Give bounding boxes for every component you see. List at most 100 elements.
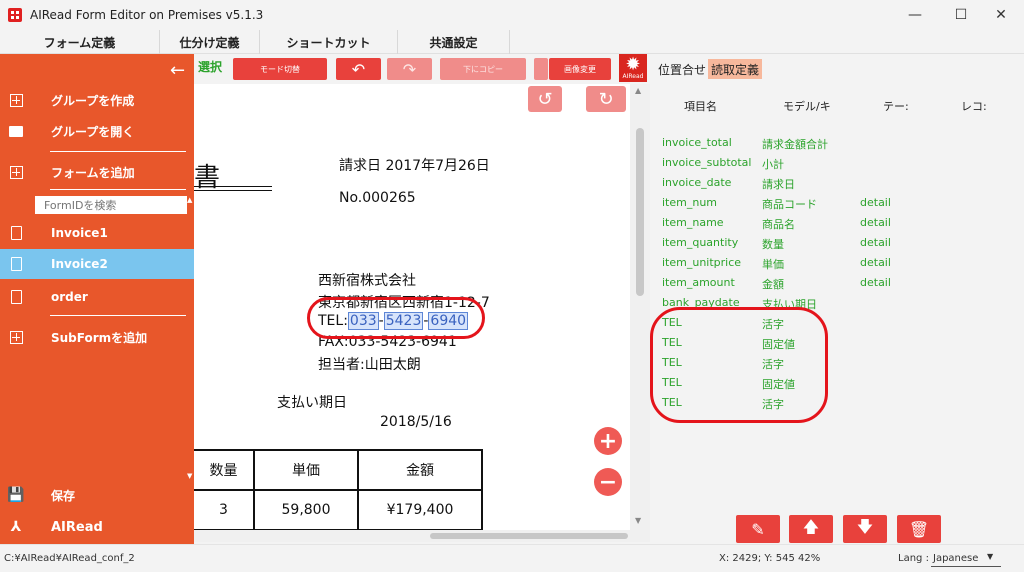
- column-header-model[interactable]: モデル/キ: [783, 98, 831, 114]
- menu-sort-definition[interactable]: 仕分け定義: [160, 30, 260, 54]
- lang-label: Lang :: [898, 553, 929, 564]
- invoice-date: 請求日 2017年7月26日: [339, 158, 490, 174]
- settings-button[interactable]: ✹ AIRead: [619, 54, 647, 82]
- vertical-scroll-thumb[interactable]: [636, 128, 644, 296]
- row-field-name[interactable]: item_quantity: [662, 236, 738, 249]
- definition-panel: 位置合せ 読取定義 項目名 モデル/キ テー: レコ: invoice_tota…: [650, 54, 1024, 544]
- column-header-table[interactable]: テー:: [883, 98, 909, 114]
- cursor-coords: X: 2429; Y: 545 42%: [719, 553, 821, 564]
- toolbar-spacer-button: [534, 58, 548, 80]
- due-date-label: 支払い期日: [277, 395, 347, 411]
- row-field-name[interactable]: invoice_total: [662, 136, 732, 149]
- row-model[interactable]: 小計: [762, 156, 784, 172]
- row-field-name[interactable]: item_name: [662, 216, 724, 229]
- row-table[interactable]: detail: [860, 236, 891, 249]
- drawer-scroll-down-icon[interactable]: ▼: [187, 472, 192, 480]
- undo-button[interactable]: ↶: [336, 58, 381, 80]
- mode-switch-button[interactable]: モード切替: [233, 58, 327, 80]
- table-header-row: 数量 単価 金額: [194, 449, 483, 491]
- delete-button[interactable]: 🗑: [897, 515, 941, 543]
- form-item-order[interactable]: order: [0, 282, 194, 312]
- row-model[interactable]: 金額: [762, 276, 784, 292]
- title-bar: AIRead Form Editor on Premises v5.1.3 — …: [0, 0, 1024, 30]
- menu-form-definition[interactable]: フォーム定義: [0, 30, 160, 54]
- plus-box-icon: [9, 93, 23, 107]
- heading-underline-1: [194, 186, 272, 187]
- row-model[interactable]: 請求日: [762, 176, 795, 192]
- table-cell: 59,800: [253, 489, 359, 531]
- image-change-button[interactable]: 画像変更: [549, 58, 611, 80]
- select-mode-label: 選択: [198, 60, 223, 74]
- row-model[interactable]: 数量: [762, 236, 784, 252]
- add-subform-item[interactable]: SubFormを追加: [0, 322, 194, 352]
- plus-box-icon: [9, 330, 23, 344]
- horizontal-scrollbar[interactable]: [194, 530, 650, 542]
- tab-read-definition[interactable]: 読取定義: [708, 59, 763, 79]
- table-row: 3 59,800 ¥179,400: [194, 489, 483, 531]
- row-field-name[interactable]: item_amount: [662, 276, 735, 289]
- zoom-out-button[interactable]: −: [594, 468, 622, 496]
- copy-below-button[interactable]: 下にコピー: [440, 58, 526, 80]
- row-field-name[interactable]: item_num: [662, 196, 717, 209]
- form-item-label: Invoice1: [51, 226, 108, 240]
- move-up-button[interactable]: 🡅: [789, 515, 833, 543]
- create-group-label: グループを作成: [51, 93, 135, 108]
- vertical-scrollbar[interactable]: ▲ ▼: [630, 84, 650, 530]
- gear-icon: ✹: [625, 53, 641, 75]
- save-icon: 💾: [7, 487, 25, 503]
- menu-common-settings[interactable]: 共通設定: [398, 30, 510, 54]
- scroll-up-icon[interactable]: ▲: [635, 86, 641, 95]
- redo-button[interactable]: ↷: [387, 58, 432, 80]
- row-field-name[interactable]: invoice_date: [662, 176, 731, 189]
- table-header-cell: 単価: [253, 449, 359, 491]
- add-form-label: フォームを追加: [51, 165, 135, 180]
- horizontal-scroll-thumb[interactable]: [430, 533, 628, 539]
- scroll-down-icon[interactable]: ▼: [635, 516, 641, 525]
- close-button[interactable]: ✕: [978, 0, 1024, 30]
- table-cell: 3: [194, 489, 255, 531]
- save-button[interactable]: 💾 保存: [0, 480, 194, 510]
- back-arrow-icon[interactable]: ←: [170, 60, 185, 81]
- create-group-item[interactable]: グループを作成: [0, 85, 194, 115]
- tab-alignment[interactable]: 位置合せ: [655, 59, 709, 79]
- status-bar: C:¥AIRead¥AIRead_conf_2 X: 2429; Y: 545 …: [0, 544, 1024, 572]
- row-table[interactable]: detail: [860, 256, 891, 269]
- column-header-item-name[interactable]: 項目名: [684, 98, 717, 114]
- open-group-item[interactable]: グループを開く: [0, 116, 194, 146]
- table-header-cell: 数量: [194, 449, 255, 491]
- due-date-value: 2018/5/16: [380, 414, 452, 430]
- form-item-invoice2[interactable]: Invoice2: [0, 249, 194, 279]
- menu-shortcut[interactable]: ショートカット: [260, 30, 398, 54]
- row-field-name[interactable]: invoice_subtotal: [662, 156, 751, 169]
- app-logo-icon: [8, 8, 22, 22]
- window-title: AIRead Form Editor on Premises v5.1.3: [30, 8, 264, 22]
- add-form-item[interactable]: フォームを追加: [0, 157, 194, 187]
- form-item-invoice1[interactable]: Invoice1: [0, 218, 194, 248]
- row-field-name[interactable]: item_unitprice: [662, 256, 741, 269]
- drawer-scroll-up-icon[interactable]: ▲: [187, 196, 192, 204]
- edit-button[interactable]: ✎: [736, 515, 780, 543]
- zoom-in-button[interactable]: +: [594, 427, 622, 455]
- row-model[interactable]: 商品コード: [762, 196, 817, 212]
- edit-icon: ✎: [751, 519, 765, 539]
- folder-icon: [9, 124, 23, 138]
- rotate-left-button[interactable]: ↺: [528, 86, 562, 112]
- column-header-record[interactable]: レコ:: [961, 98, 987, 114]
- row-table[interactable]: detail: [860, 196, 891, 209]
- row-table[interactable]: detail: [860, 276, 891, 289]
- annotation-oval-tel: [307, 297, 485, 339]
- form-search-input[interactable]: [35, 196, 187, 214]
- open-group-label: グループを開く: [51, 124, 135, 139]
- chevron-down-icon: ▼: [987, 552, 994, 561]
- minimize-button[interactable]: —: [892, 0, 938, 30]
- file-icon: [9, 257, 23, 271]
- move-down-button[interactable]: 🡇: [843, 515, 887, 543]
- rotate-right-button[interactable]: ↻: [586, 86, 626, 112]
- row-model[interactable]: 単価: [762, 256, 784, 272]
- drawer-divider: [50, 151, 186, 152]
- arrow-down-icon: 🡇: [856, 516, 874, 536]
- row-table[interactable]: detail: [860, 216, 891, 229]
- language-select[interactable]: Japanese ▼: [931, 550, 1001, 567]
- row-model[interactable]: 商品名: [762, 216, 795, 232]
- row-model[interactable]: 請求金額合計: [762, 136, 828, 152]
